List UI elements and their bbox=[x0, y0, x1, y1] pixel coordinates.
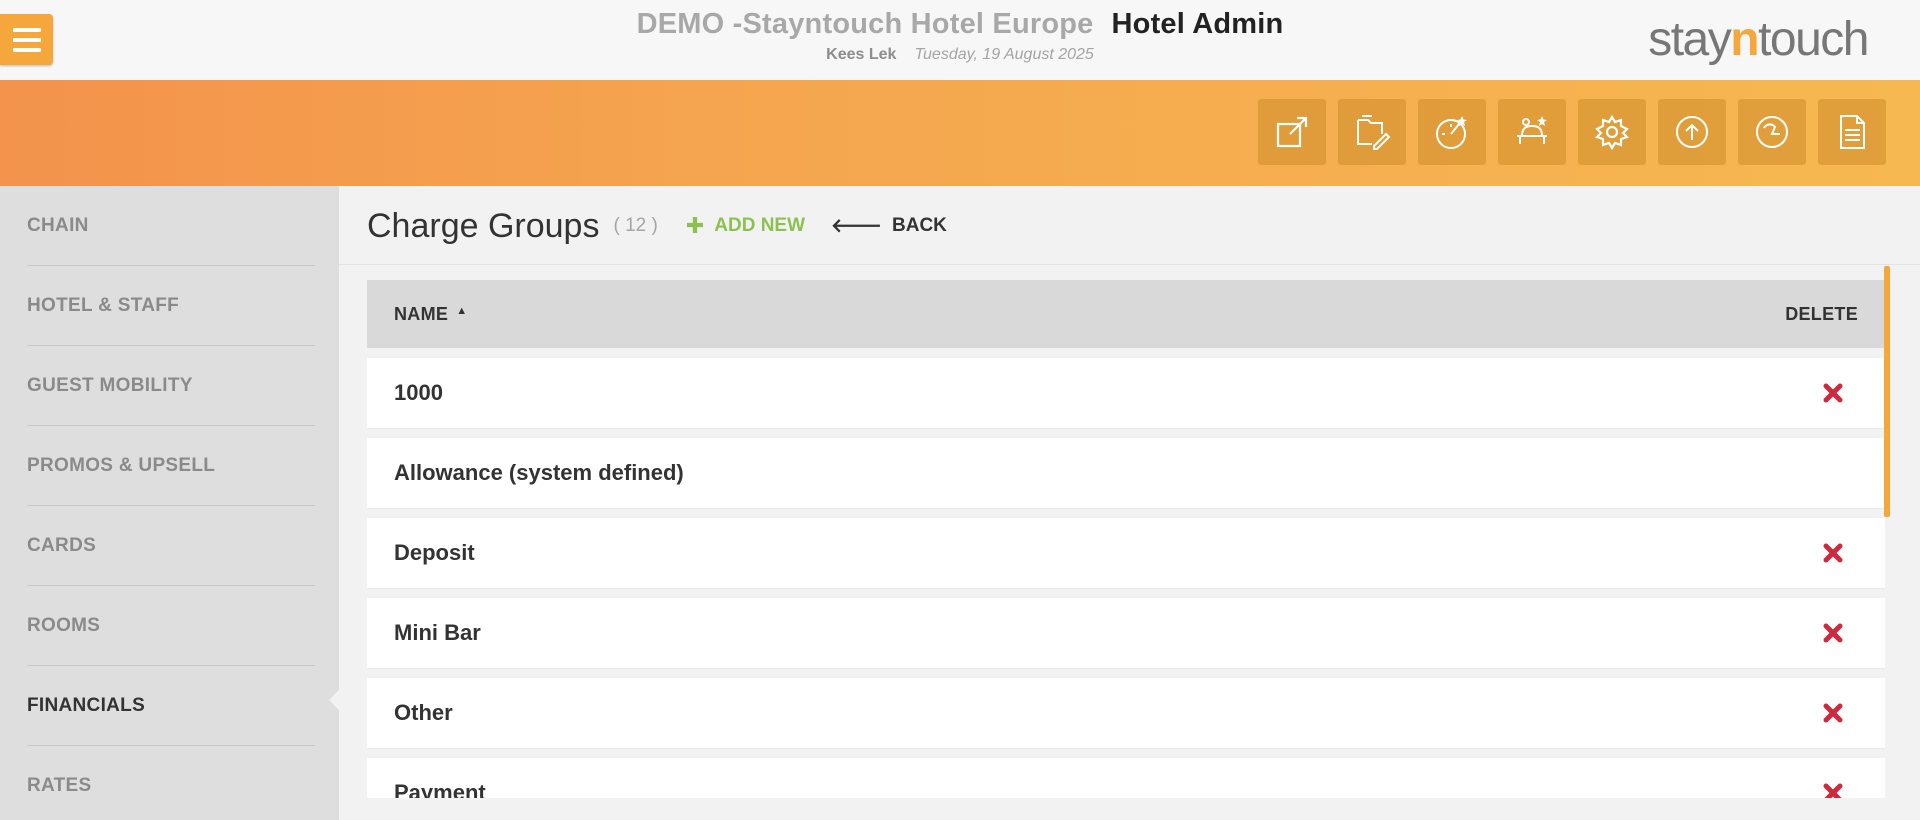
dashboard-button[interactable] bbox=[1418, 99, 1486, 165]
close-icon bbox=[1823, 383, 1843, 403]
charge-group-name[interactable]: 1000 bbox=[394, 380, 443, 406]
document-icon bbox=[1840, 115, 1865, 149]
clock-history-icon bbox=[1756, 116, 1788, 148]
table-row[interactable]: Other bbox=[367, 678, 1885, 748]
sidebar-item-chain[interactable]: CHAIN bbox=[27, 186, 315, 266]
edit-folder-icon bbox=[1357, 115, 1391, 150]
divider bbox=[339, 264, 1920, 265]
sidebar-item-cards[interactable]: CARDS bbox=[27, 506, 315, 586]
room-service-icon bbox=[1517, 116, 1547, 144]
dashboard-gauge-icon bbox=[1436, 116, 1467, 149]
close-icon bbox=[1823, 703, 1843, 723]
sidebar-item-guest-mobility[interactable]: GUEST MOBILITY bbox=[27, 346, 315, 426]
table-row[interactable]: Allowance (system defined) bbox=[367, 438, 1885, 508]
header-band bbox=[0, 80, 1920, 186]
room-service-button[interactable] bbox=[1498, 99, 1566, 165]
table-body: 1000 Allowance (system defined) Deposit … bbox=[367, 348, 1885, 798]
charge-group-name[interactable]: Mini Bar bbox=[394, 620, 481, 646]
toolbar bbox=[1258, 99, 1886, 165]
document-button[interactable] bbox=[1818, 99, 1886, 165]
page-header-title: DEMO -Stayntouch Hotel Europe Hotel Admin bbox=[0, 8, 1920, 41]
gear-icon bbox=[1594, 114, 1630, 151]
charge-group-name[interactable]: Payment bbox=[394, 780, 486, 798]
sidebar-item-financials[interactable]: FINANCIALS bbox=[27, 666, 315, 746]
hotel-name: DEMO -Stayntouch Hotel Europe bbox=[636, 8, 1094, 40]
edit-folder-button[interactable] bbox=[1338, 99, 1406, 165]
charge-group-name[interactable]: Other bbox=[394, 700, 453, 726]
delete-button[interactable] bbox=[1821, 621, 1845, 645]
external-link-icon bbox=[1276, 116, 1308, 148]
charge-group-name[interactable]: Allowance (system defined) bbox=[394, 460, 684, 486]
stayntouch-logo: stayntouch bbox=[1648, 13, 1869, 66]
back-label: BACK bbox=[892, 215, 947, 236]
plus-icon: ✚ bbox=[685, 213, 705, 238]
business-date: Tuesday, 19 August 2025 bbox=[914, 46, 1094, 63]
table-row[interactable]: Deposit bbox=[367, 518, 1885, 588]
add-new-button[interactable]: ✚ ADD NEW bbox=[686, 213, 805, 239]
upload-button[interactable] bbox=[1658, 99, 1726, 165]
history-button[interactable] bbox=[1738, 99, 1806, 165]
upload-icon bbox=[1676, 116, 1708, 148]
header-subline: Kees Lek Tuesday, 19 August 2025 bbox=[0, 46, 1920, 64]
table-header: NAME ▲ DELETE bbox=[367, 280, 1885, 348]
table-row[interactable]: Mini Bar bbox=[367, 598, 1885, 668]
admin-sidebar: CHAIN HOTEL & STAFF GUEST MOBILITY PROMO… bbox=[0, 186, 339, 820]
table-row[interactable]: Payment bbox=[367, 758, 1885, 798]
column-header-name: NAME bbox=[394, 303, 449, 324]
close-icon bbox=[1823, 783, 1843, 798]
sidebar-item-hotel-staff[interactable]: HOTEL & STAFF bbox=[27, 266, 315, 346]
add-new-label: ADD NEW bbox=[714, 215, 806, 236]
delete-button[interactable] bbox=[1821, 381, 1845, 405]
table-scrollbar[interactable] bbox=[1884, 266, 1890, 517]
main-content: Charge Groups ( 12 ) ✚ ADD NEW 🡐 BACK NA… bbox=[339, 186, 1920, 820]
charge-groups-table: NAME ▲ DELETE 1000 Allowance (system def… bbox=[367, 280, 1885, 798]
page-heading: Charge Groups ( 12 ) ✚ ADD NEW 🡐 BACK bbox=[367, 206, 947, 246]
item-count: ( 12 ) bbox=[613, 215, 658, 236]
sort-by-name-header[interactable]: NAME ▲ bbox=[394, 304, 467, 325]
app-name: Hotel Admin bbox=[1111, 8, 1284, 40]
sort-ascending-icon: ▲ bbox=[456, 305, 468, 317]
user-name: Kees Lek bbox=[826, 46, 897, 63]
back-button[interactable]: 🡐 BACK bbox=[831, 214, 947, 238]
column-header-delete: DELETE bbox=[1785, 303, 1858, 324]
page-title: Charge Groups bbox=[367, 206, 600, 245]
delete-button[interactable] bbox=[1821, 541, 1845, 565]
arrow-left-icon: 🡐 bbox=[831, 216, 882, 237]
delete-button[interactable] bbox=[1821, 701, 1845, 725]
sidebar-item-rates[interactable]: RATES bbox=[27, 746, 315, 820]
close-icon bbox=[1823, 623, 1843, 643]
top-bar: DEMO -Stayntouch Hotel Europe Hotel Admin… bbox=[0, 0, 1920, 80]
settings-button[interactable] bbox=[1578, 99, 1646, 165]
delete-button[interactable] bbox=[1821, 781, 1845, 798]
sidebar-item-promos-upsell[interactable]: PROMOS & UPSELL bbox=[27, 426, 315, 506]
external-link-button[interactable] bbox=[1258, 99, 1326, 165]
sidebar-item-rooms[interactable]: ROOMS bbox=[27, 586, 315, 666]
table-row[interactable]: 1000 bbox=[367, 358, 1885, 428]
close-icon bbox=[1823, 543, 1843, 563]
charge-group-name[interactable]: Deposit bbox=[394, 540, 475, 566]
